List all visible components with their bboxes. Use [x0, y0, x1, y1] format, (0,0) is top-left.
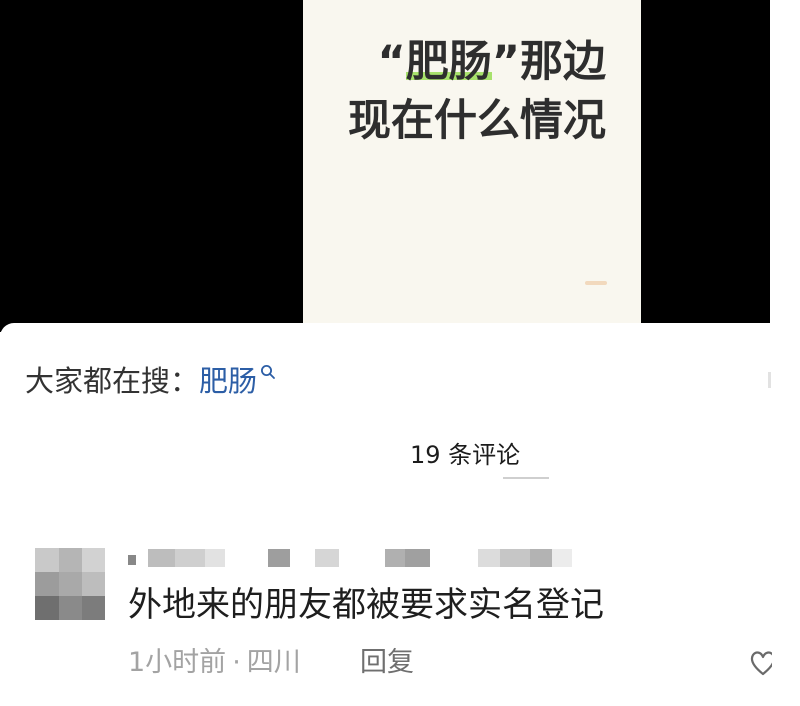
username-pixel [385, 549, 405, 567]
video-title-line1: “肥肠”那边 [348, 33, 606, 92]
card-decoration [585, 281, 607, 285]
video-title-line2: 现在什么情况 [348, 96, 606, 146]
comment-location: 四川 [246, 647, 301, 678]
comment-text[interactable]: 外地来的朋友都被要求实名登记 [128, 583, 604, 627]
username-pixel [478, 549, 500, 567]
title-rest: ”那边 [491, 37, 606, 87]
edge-fragment [768, 372, 771, 388]
avatar[interactable] [35, 548, 105, 620]
search-suggestion-label: 大家都在搜： [25, 364, 200, 398]
username-pixel [552, 549, 572, 567]
comment-time: 1小时前 [128, 647, 227, 678]
username-pixel [175, 549, 205, 567]
username-pixel [268, 549, 290, 567]
avatar-pixel [35, 596, 59, 620]
search-suggestion[interactable]: 大家都在搜：肥肠 [25, 362, 276, 400]
title-highlight: 肥肠 [405, 37, 492, 87]
avatar-pixel [59, 596, 82, 620]
heart-icon [750, 651, 772, 676]
meta-separator: · [232, 647, 241, 678]
username-pixel [530, 549, 552, 567]
avatar-pixel [82, 596, 105, 620]
username-pixel [315, 549, 339, 567]
username-pixel [128, 555, 136, 565]
username-redacted[interactable] [128, 547, 608, 569]
username-pixel [205, 549, 225, 567]
comment-meta: 1小时前 · 四川 [128, 645, 301, 681]
reply-button[interactable]: 回复 [360, 645, 414, 681]
avatar-pixel [35, 572, 59, 596]
video-title: “肥肠”那边 现在什么情况 [348, 33, 606, 151]
video-title-card: “肥肠”那边 现在什么情况 [303, 0, 641, 332]
tab-indicator [503, 477, 549, 479]
avatar-pixel [82, 572, 105, 596]
username-pixel [500, 549, 530, 567]
comment-count-tab[interactable]: 19 条评论 [410, 438, 520, 472]
search-keyword-link[interactable]: 肥肠 [199, 364, 257, 398]
avatar-pixel [59, 548, 82, 572]
username-pixel [148, 549, 175, 567]
search-icon [261, 365, 275, 379]
username-pixel [405, 549, 430, 567]
avatar-pixel [35, 548, 59, 572]
title-open-quote: “ [377, 37, 406, 87]
avatar-pixel [59, 572, 82, 596]
like-button[interactable] [748, 648, 772, 678]
video-player[interactable]: “肥肠”那边 现在什么情况 [0, 0, 770, 332]
avatar-pixel [82, 548, 105, 572]
